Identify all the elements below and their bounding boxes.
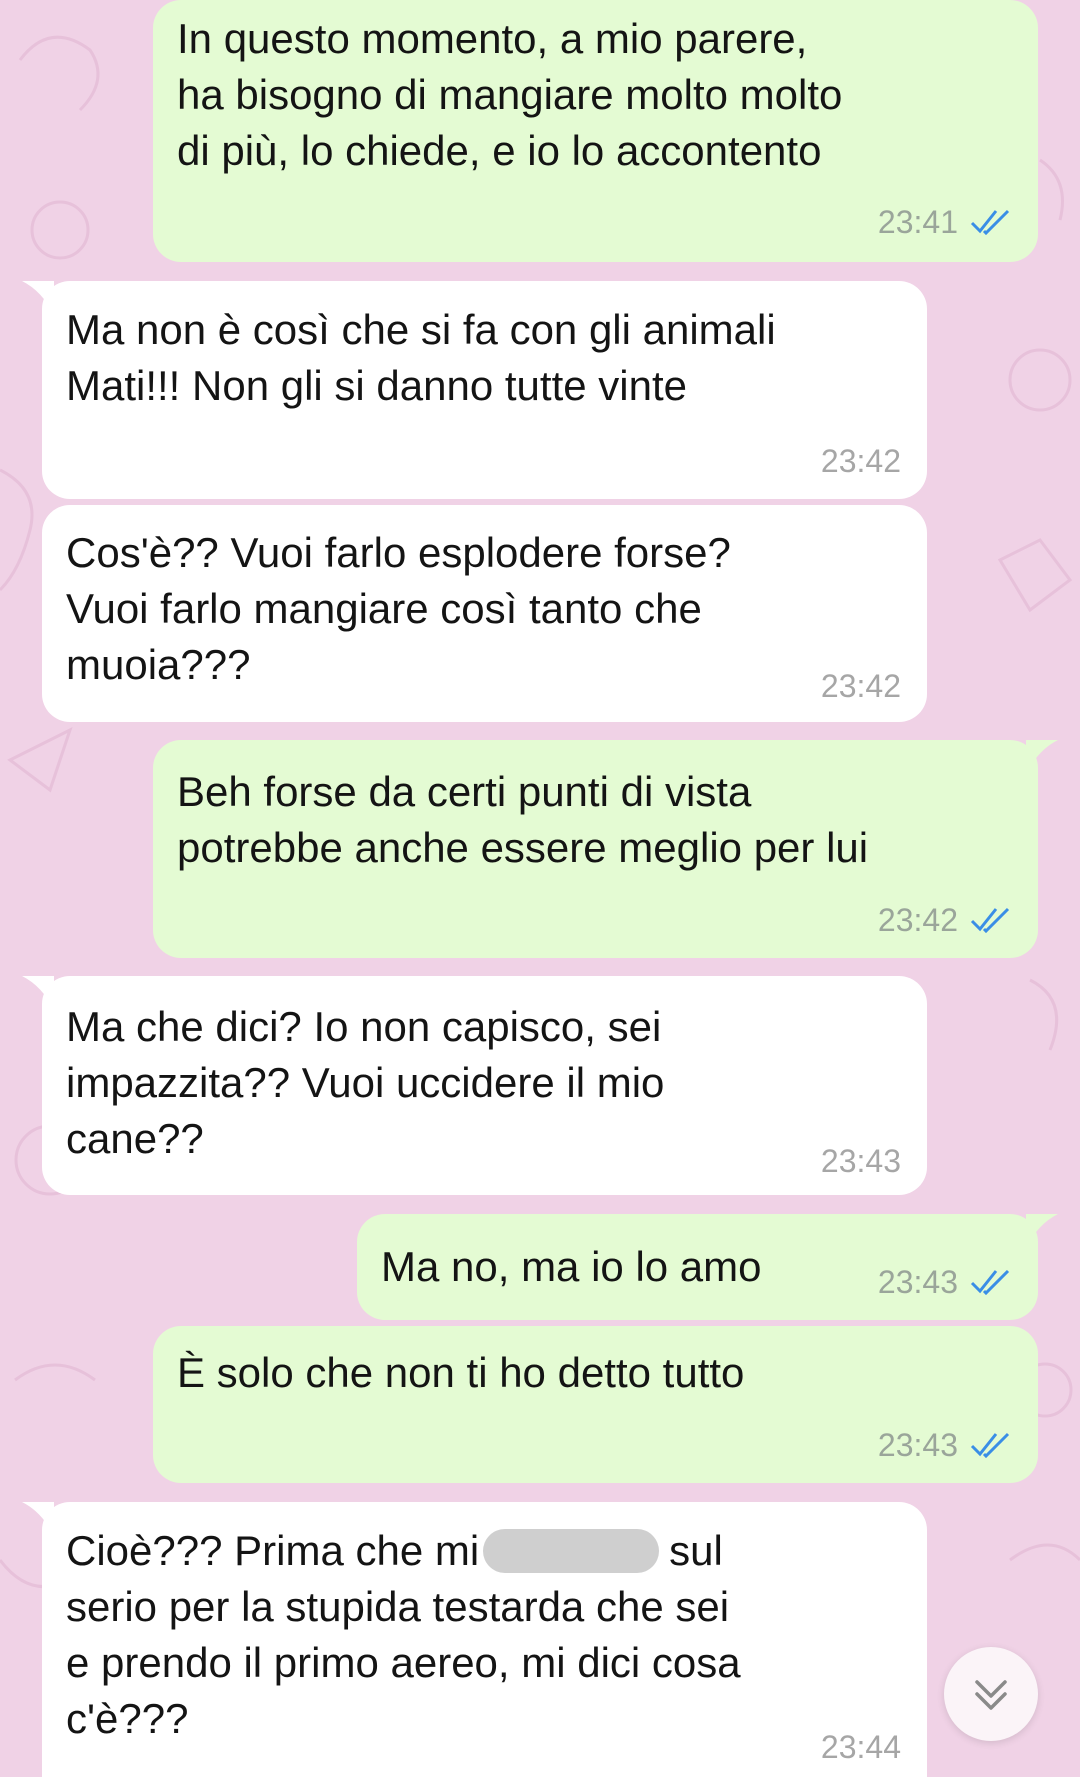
message-text: Cioè??? Prima che mi (66, 1527, 480, 1574)
message-time: 23:42 (877, 902, 958, 938)
message-bubble-outgoing[interactable]: È solo che non ti ho detto tutto 23:43 (153, 1326, 1038, 1483)
message-line: muoia??? (66, 641, 251, 688)
message-time: 23:43 (820, 1143, 901, 1179)
read-double-check-icon (970, 907, 1010, 933)
bubble-tail (1026, 740, 1058, 774)
read-double-check-icon (970, 1432, 1010, 1458)
message-line: Cos'è?? Vuoi farlo esplodere forse? (66, 529, 731, 576)
bubble-tail (22, 281, 54, 315)
message-line: Mati!!! Non gli si danno tutte vinte (66, 362, 687, 409)
message-time: 23:41 (877, 204, 958, 240)
message-bubble-outgoing[interactable]: Ma no, ma io lo amo 23:43 (357, 1214, 1058, 1320)
scroll-to-bottom-button[interactable] (944, 1647, 1038, 1741)
message-time: 23:42 (820, 668, 901, 704)
message-line: di più, lo chiede, e io lo accontento (177, 127, 822, 174)
message-line: c'è??? (66, 1695, 189, 1742)
read-double-check-icon (970, 1269, 1010, 1295)
message-line: Beh forse da certi punti di vista (177, 768, 752, 815)
message-line: serio per la stupida testarda che sei (66, 1583, 730, 1630)
message-line: cane?? (66, 1115, 204, 1162)
message-bubble-incoming[interactable]: Cioè??? Prima che mi sul serio per la stu… (22, 1502, 927, 1777)
message-bubble-outgoing[interactable]: Beh forse da certi punti di vista potreb… (153, 740, 1058, 958)
message-time: 23:43 (877, 1264, 958, 1300)
chevron-double-down-icon (975, 1680, 1007, 1710)
message-line: Ma no, ma io lo amo (381, 1243, 762, 1290)
message-line: Ma non è così che si fa con gli animali (66, 306, 776, 353)
message-line: Cioè??? Prima che mi sul (66, 1523, 741, 1579)
bubble-tail (22, 1502, 54, 1536)
bubble-tail (1026, 1214, 1058, 1248)
message-time: 23:42 (820, 443, 901, 479)
message-line: potrebbe anche essere meglio per lui (177, 824, 869, 871)
message-line: Ma che dici? Io non capisco, sei (66, 1003, 662, 1050)
bubble-tail (22, 976, 54, 1010)
message-line: Vuoi farlo mangiare così tanto che (66, 585, 702, 632)
message-time: 23:43 (877, 1427, 958, 1463)
message-line: ha bisogno di mangiare molto molto (177, 71, 843, 118)
message-line: In questo momento, a mio parere, (177, 15, 808, 62)
read-double-check-icon (970, 209, 1010, 235)
message-bubble-incoming[interactable]: Ma non è così che si fa con gli animali … (22, 281, 927, 499)
message-bubble-incoming[interactable]: Cos'è?? Vuoi farlo esplodere forse? Vuoi… (42, 505, 927, 722)
message-time: 23:44 (820, 1729, 901, 1765)
message-bubble-incoming[interactable]: Ma che dici? Io non capisco, sei impazzi… (22, 976, 927, 1195)
message-line: e prendo il primo aereo, mi dici cosa (66, 1639, 741, 1686)
message-line: impazzita?? Vuoi uccidere il mio (66, 1059, 665, 1106)
message-line: È solo che non ti ho detto tutto (177, 1349, 745, 1396)
message-text: sul (669, 1527, 723, 1574)
message-bubble-outgoing[interactable]: In questo momento, a mio parere, ha biso… (153, 0, 1038, 262)
redacted-text-blur (483, 1529, 660, 1573)
